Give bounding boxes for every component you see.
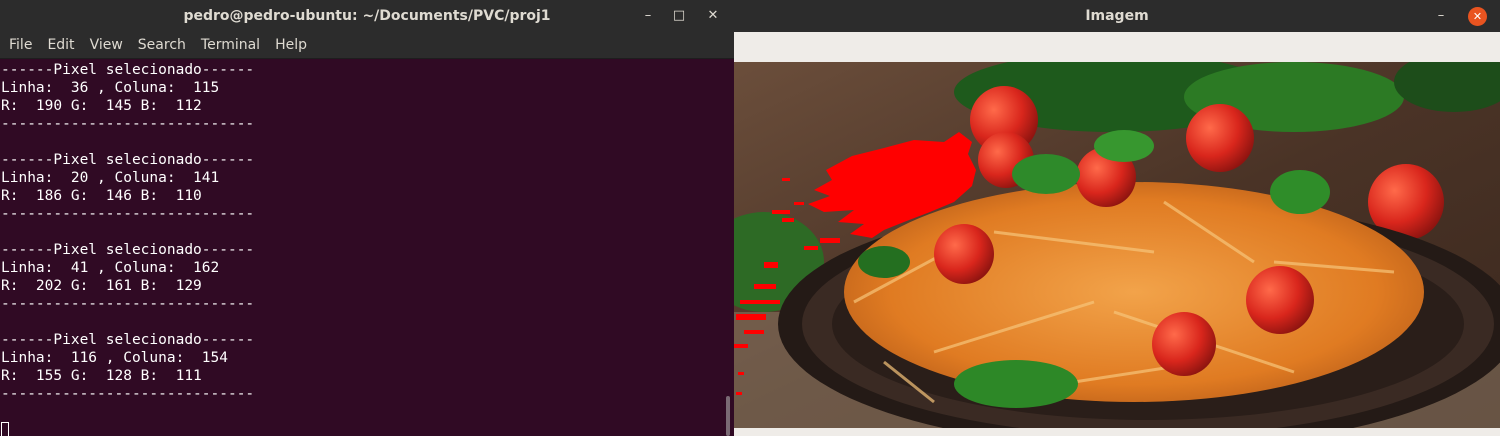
output-line: Linha: 41 , Coluna: 162 — [1, 260, 220, 276]
terminal-window[interactable]: pedro@pedro-ubuntu: ~/Documents/PVC/proj… — [0, 0, 734, 436]
viewer-title: Imagem — [1085, 8, 1149, 24]
output-line: ----------------------------- — [1, 296, 255, 312]
menu-edit[interactable]: Edit — [38, 32, 80, 58]
minimize-icon[interactable]: – — [638, 6, 658, 26]
parsley — [1094, 130, 1154, 162]
output-line: Linha: 116 , Coluna: 154 — [1, 350, 228, 366]
maximize-icon[interactable]: □ — [669, 6, 689, 26]
tomato — [1246, 266, 1314, 334]
output-line: R: 190 G: 145 B: 112 — [1, 98, 202, 114]
tomato — [934, 224, 994, 284]
output-line: ----------------------------- — [1, 206, 255, 222]
output-line: Linha: 20 , Coluna: 141 — [1, 170, 220, 186]
menu-help[interactable]: Help — [266, 32, 313, 58]
minimize-icon[interactable]: – — [1431, 6, 1451, 26]
output-line: Linha: 36 , Coluna: 115 — [1, 80, 220, 96]
menu-search[interactable]: Search — [129, 32, 192, 58]
terminal-menubar: File Edit View Search Terminal Help — [0, 32, 734, 59]
viewer-bottom-bar — [734, 428, 1500, 436]
terminal-title: pedro@pedro-ubuntu: ~/Documents/PVC/proj… — [183, 8, 551, 24]
viewer-toolbar — [734, 32, 1500, 62]
parsley — [954, 360, 1078, 408]
output-line: R: 186 G: 146 B: 110 — [1, 188, 202, 204]
output-line: ----------------------------- — [1, 386, 255, 402]
output-line: ------Pixel selecionado------ — [1, 332, 255, 348]
text-cursor — [1, 422, 9, 436]
output-line: ----------------------------- — [1, 116, 255, 132]
menu-terminal[interactable]: Terminal — [192, 32, 266, 58]
close-icon[interactable]: ✕ — [1468, 7, 1487, 26]
output-line: ------Pixel selecionado------ — [1, 62, 255, 78]
tomato — [1152, 312, 1216, 376]
image-viewer-window[interactable]: Imagem – ✕ — [734, 0, 1500, 436]
output-line: ------Pixel selecionado------ — [1, 242, 255, 258]
pasta-photo[interactable] — [734, 62, 1500, 428]
prompt-line — [1, 421, 717, 436]
pasta — [844, 182, 1424, 402]
terminal-output[interactable]: ------Pixel selecionado------ Linha: 36 … — [1, 61, 717, 436]
terminal-titlebar[interactable]: pedro@pedro-ubuntu: ~/Documents/PVC/proj… — [0, 0, 734, 32]
output-line: R: 155 G: 128 B: 111 — [1, 368, 202, 384]
terminal-scrollbar[interactable] — [726, 396, 730, 436]
tomato — [1186, 104, 1254, 172]
menu-file[interactable]: File — [0, 32, 38, 58]
parsley — [1270, 170, 1330, 214]
close-icon[interactable]: ✕ — [703, 6, 723, 26]
parsley — [1012, 154, 1080, 194]
parsley — [858, 246, 910, 278]
menu-view[interactable]: View — [81, 32, 129, 58]
output-line: ------Pixel selecionado------ — [1, 152, 255, 168]
pasta-photo-svg[interactable] — [734, 62, 1500, 428]
viewer-titlebar[interactable]: Imagem – ✕ — [734, 0, 1500, 32]
output-line: R: 202 G: 161 B: 129 — [1, 278, 202, 294]
